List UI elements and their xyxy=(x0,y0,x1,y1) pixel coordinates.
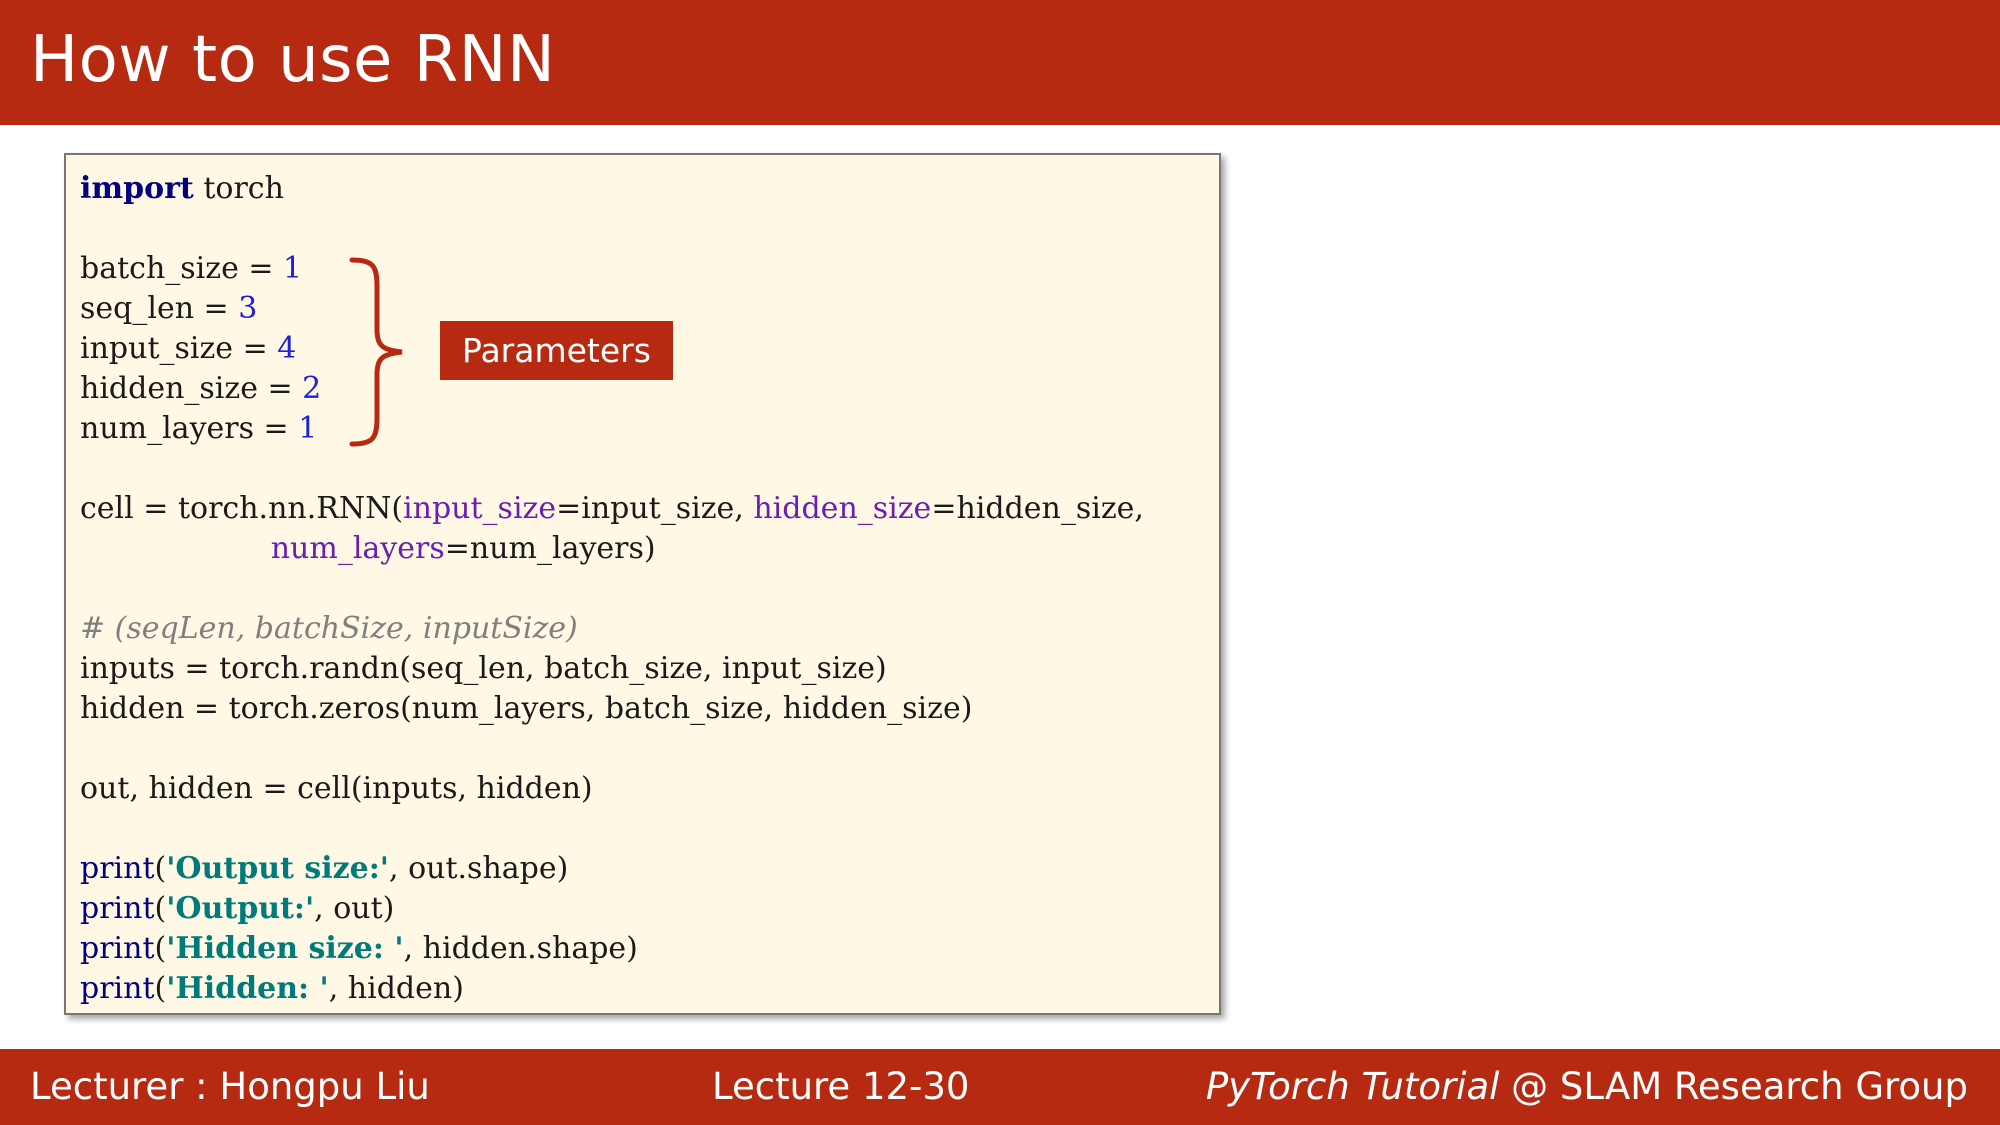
lecturer-name: Lecturer : Hongpu Liu xyxy=(30,1065,430,1108)
code-line: num_layers = 1 xyxy=(80,409,1144,449)
code-line: hidden = torch.zeros(num_layers, batch_s… xyxy=(80,691,973,726)
code-line: print('Hidden size: ', hidden.shape) xyxy=(80,929,1144,969)
code-token: , hidden.shape) xyxy=(403,931,638,966)
comment-line: # (seqLen, batchSize, inputSize) xyxy=(80,611,578,646)
code-line: out, hidden = cell(inputs, hidden) xyxy=(80,771,593,806)
string-token: 'Hidden size: ' xyxy=(166,931,404,966)
code-line: inputs = torch.randn(seq_len, batch_size… xyxy=(80,651,887,686)
keyword-token: import xyxy=(80,171,194,206)
code-token: ( xyxy=(154,931,167,966)
builtin-token: print xyxy=(80,971,155,1006)
code-token: torch xyxy=(193,171,284,206)
lecture-number: Lecture 12-30 xyxy=(712,1065,970,1108)
indent-token xyxy=(80,531,271,566)
code-token: , hidden) xyxy=(328,971,464,1006)
research-group: @ SLAM Research Group xyxy=(1499,1065,1968,1108)
string-token: 'Hidden: ' xyxy=(166,971,329,1006)
code-line: print('Hidden: ', hidden) xyxy=(80,969,1144,1009)
code-line: import torch xyxy=(80,169,1144,209)
number-token: 1 xyxy=(298,411,318,446)
code-block: import torch batch_size = 1 seq_len = 3 … xyxy=(64,153,1221,1015)
parameters-label: Parameters xyxy=(440,321,673,380)
code-token: , out) xyxy=(314,891,395,926)
course-info: PyTorch Tutorial @ SLAM Research Group xyxy=(1206,1049,1968,1125)
number-token: 4 xyxy=(277,331,297,366)
code-token: cell = torch.nn.RNN( xyxy=(80,491,404,526)
code-token: hidden_size = xyxy=(80,371,303,406)
code-line: cell = torch.nn.RNN(input_size=input_siz… xyxy=(80,489,1144,529)
code-line: batch_size = 1 xyxy=(80,249,1144,289)
code-token: ( xyxy=(154,971,167,1006)
code-token: =num_layers) xyxy=(444,531,656,566)
code-token: ( xyxy=(154,851,167,886)
param-token: hidden_size xyxy=(753,491,932,526)
code-token: batch_size = xyxy=(80,251,284,286)
course-title: PyTorch Tutorial xyxy=(1205,1065,1500,1108)
number-token: 2 xyxy=(302,371,322,406)
code-token: input_size = xyxy=(80,331,278,366)
number-token: 1 xyxy=(283,251,303,286)
builtin-token: print xyxy=(80,891,155,926)
code-token: seq_len = xyxy=(80,291,239,326)
code-token: =input_size, xyxy=(556,491,754,526)
string-token: 'Output:' xyxy=(166,891,315,926)
slide-title: How to use RNN xyxy=(30,23,556,97)
code-line: num_layers=num_layers) xyxy=(80,529,1144,569)
code-line: print('Output size:', out.shape) xyxy=(80,849,1144,889)
code-line: print('Output:', out) xyxy=(80,889,1144,929)
code-token: num_layers = xyxy=(80,411,299,446)
param-token: num_layers xyxy=(270,531,445,566)
slide-footer: Lecturer : Hongpu Liu Lecture 12-30 PyTo… xyxy=(0,1049,2000,1125)
builtin-token: print xyxy=(80,851,155,886)
code-token: , out.shape) xyxy=(389,851,569,886)
number-token: 3 xyxy=(238,291,258,326)
code-token: ( xyxy=(154,891,167,926)
slide-header: How to use RNN xyxy=(0,0,2000,125)
param-token: input_size xyxy=(403,491,557,526)
builtin-token: print xyxy=(80,931,155,966)
string-token: 'Output size:' xyxy=(166,851,389,886)
code-token: =hidden_size, xyxy=(931,491,1144,526)
code-lines: import torch batch_size = 1 seq_len = 3 … xyxy=(80,169,1144,1009)
curly-brace-icon xyxy=(349,257,403,447)
